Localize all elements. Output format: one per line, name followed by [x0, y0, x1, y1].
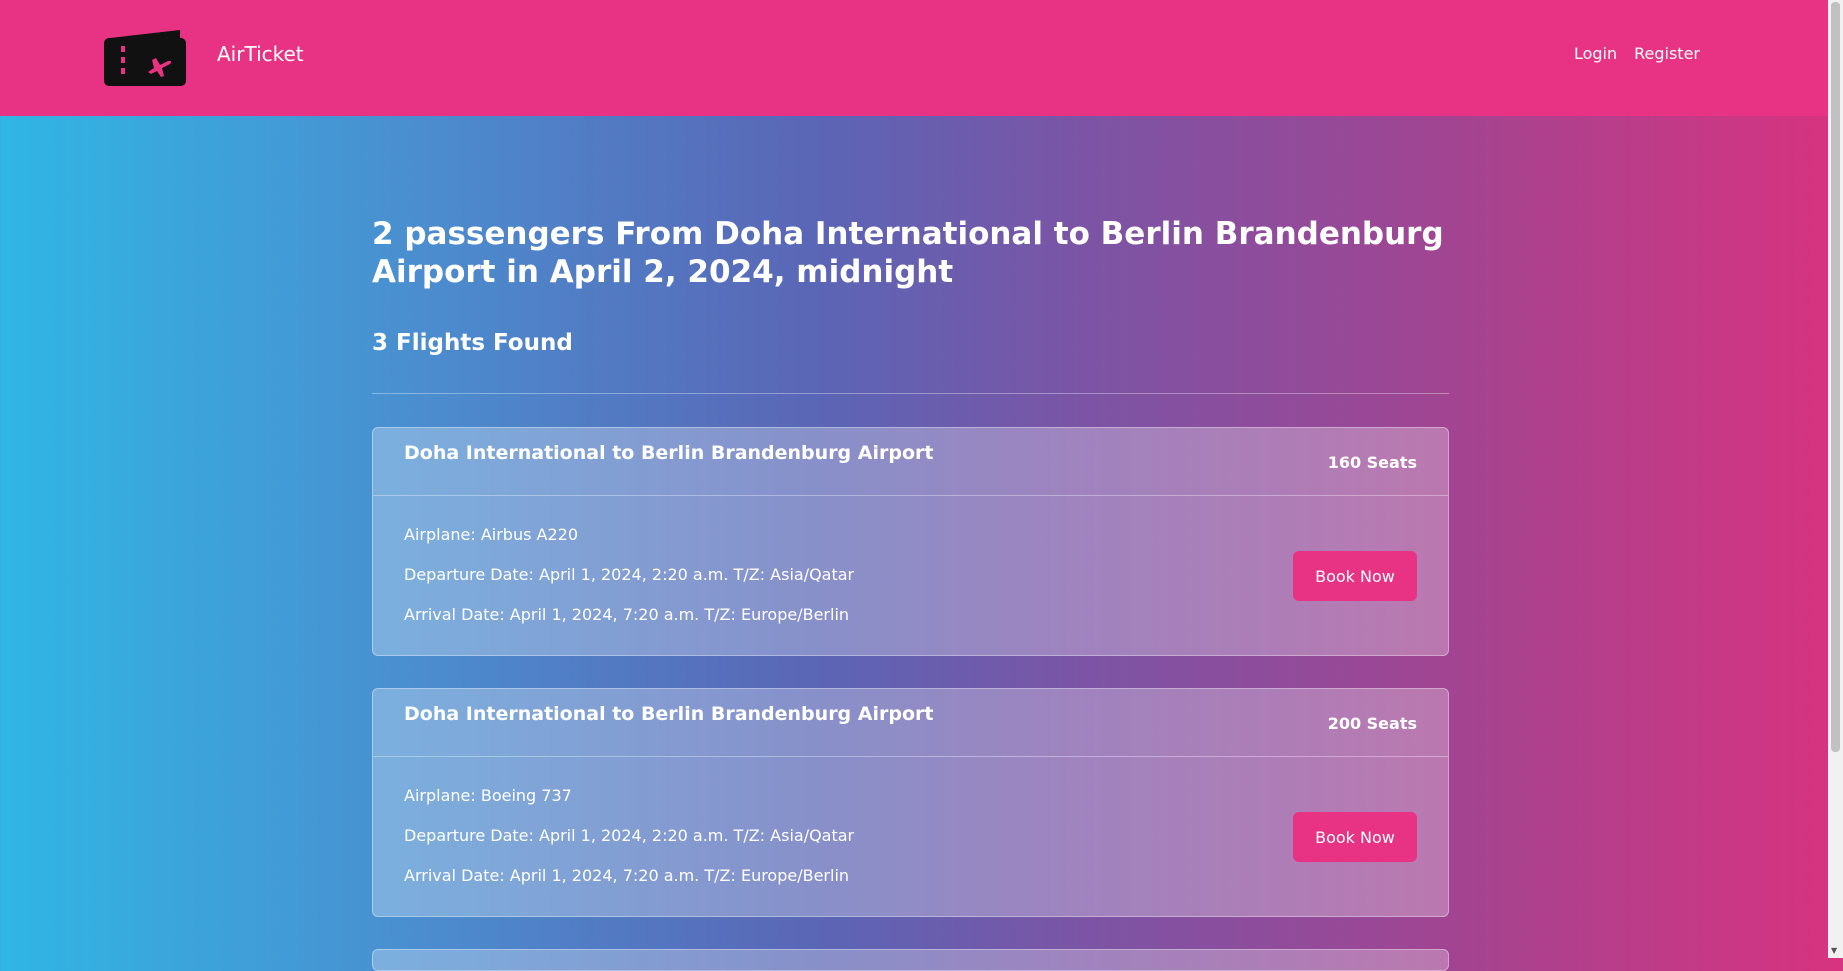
ticket-logo-icon[interactable] [104, 26, 186, 86]
flight-route: Doha International to Berlin Brandenburg… [404, 442, 934, 464]
scroll-down-arrow-icon[interactable]: ▼ [1831, 946, 1837, 955]
book-now-button[interactable]: Book Now [1293, 812, 1417, 862]
seats-count: 200 Seats [1327, 714, 1417, 733]
arrival-info: Arrival Date: April 1, 2024, 7:20 a.m. T… [404, 866, 850, 885]
flight-card-body: Airplane: Airbus A220 Departure Date: Ap… [373, 496, 1448, 655]
results-count: 3 Flights Found [372, 330, 573, 356]
vertical-scrollbar[interactable]: ▼ [1828, 0, 1843, 958]
flight-card: Doha International to Berlin Brandenburg… [372, 688, 1449, 917]
flight-card-body: Airplane: Boeing 737 Departure Date: Apr… [373, 757, 1448, 916]
flight-card-header: Doha International to Berlin Brandenburg… [373, 689, 1448, 757]
register-link[interactable]: Register [1634, 44, 1700, 63]
login-link[interactable]: Login [1574, 44, 1617, 63]
page-title: 2 passengers From Doha International to … [372, 216, 1444, 290]
flight-route: Doha International to Berlin Brandenburg… [404, 703, 934, 725]
flight-card: Doha International to Berlin Brandenburg… [372, 427, 1449, 656]
departure-info: Departure Date: April 1, 2024, 2:20 a.m.… [404, 565, 855, 584]
scrollbar-thumb[interactable] [1831, 2, 1840, 752]
airplane-info: Airplane: Airbus A220 [404, 525, 579, 544]
navbar: AirTicket Login Register [0, 0, 1828, 116]
book-now-button[interactable]: Book Now [1293, 551, 1417, 601]
nav-links: Login Register [1574, 44, 1700, 63]
seats-count: 160 Seats [1327, 453, 1417, 472]
airplane-info: Airplane: Boeing 737 [404, 786, 572, 805]
brand-name[interactable]: AirTicket [217, 42, 304, 66]
flight-card-header: Doha International to Berlin Brandenburg… [373, 428, 1448, 496]
departure-info: Departure Date: April 1, 2024, 2:20 a.m.… [404, 826, 855, 845]
arrival-info: Arrival Date: April 1, 2024, 7:20 a.m. T… [404, 605, 850, 624]
flight-card-partial [372, 949, 1449, 971]
divider [372, 393, 1449, 394]
